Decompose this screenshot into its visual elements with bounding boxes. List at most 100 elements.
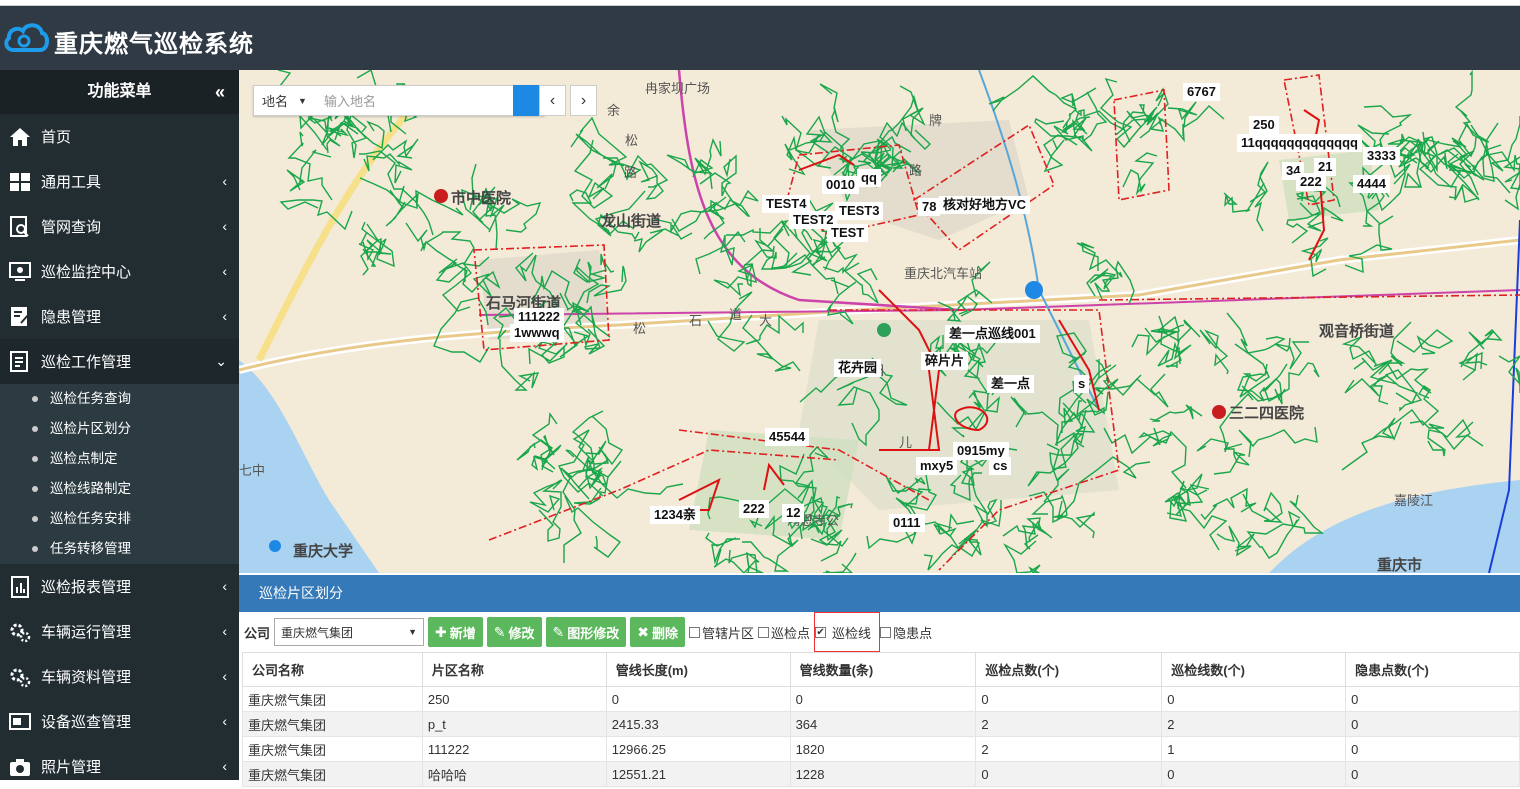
map-zone-label[interactable]: 45544: [765, 428, 810, 446]
map-zone-label[interactable]: 250: [1249, 116, 1279, 134]
map-zone-label[interactable]: 3333: [1363, 147, 1400, 165]
map-zone-label[interactable]: 4444: [1353, 175, 1390, 193]
map-zone-label[interactable]: 78: [918, 198, 941, 216]
sidebar-item-grid[interactable]: 通用工具 ‹: [0, 159, 239, 204]
edit-doc-icon: [7, 304, 33, 330]
table-row[interactable]: 重庆燃气集团 250 0 0 0 0 0: [242, 686, 1520, 712]
chevron-icon: ‹: [222, 713, 227, 729]
sidebar-item-device[interactable]: 设备巡查管理 ‹: [0, 699, 239, 744]
map-zone-label[interactable]: s: [1074, 375, 1090, 393]
map-zone-label[interactable]: 1wwwq: [510, 324, 564, 342]
column-header[interactable]: 巡检线数(个): [1161, 652, 1347, 687]
map-zone-label[interactable]: 核对好地方VC: [939, 196, 1031, 214]
checkbox-box[interactable]: [880, 626, 892, 638]
submenu-item[interactable]: 巡检线路制定: [0, 474, 239, 504]
column-header[interactable]: 隐患点数(个): [1345, 652, 1520, 687]
pipe-line: [699, 154, 737, 197]
map-place-name: 三二四医院: [1229, 405, 1305, 422]
map-zone-label[interactable]: 0111: [889, 514, 925, 532]
pipe-line: [588, 471, 684, 499]
column-header[interactable]: 片区名称: [421, 652, 607, 687]
sidebar-item-list-doc[interactable]: 巡检工作管理 ⌄: [0, 339, 239, 384]
submenu-item[interactable]: 巡检点制定: [0, 444, 239, 474]
map-back-button[interactable]: ‹: [539, 85, 566, 116]
map-zone-label[interactable]: qq: [857, 169, 881, 187]
sidebar-item-home[interactable]: 首页: [0, 114, 239, 159]
pipe-line: [1043, 134, 1078, 173]
map-place-name: 龙山街道: [601, 213, 662, 230]
map-zone-label[interactable]: 11qqqqqqqqqqqqq: [1237, 134, 1362, 152]
sidebar-item-gears[interactable]: 车辆资料管理 ‹: [0, 654, 239, 699]
table-cell: 1228: [789, 761, 977, 787]
map-zone-label[interactable]: 差一点: [987, 375, 1035, 393]
pipe-line: [529, 479, 563, 513]
table-cell: 哈哈哈: [421, 761, 607, 787]
sidebar-item-camera[interactable]: 照片管理 ‹: [0, 744, 239, 789]
map-zone-label[interactable]: 12: [782, 504, 805, 522]
checkbox-box-checked[interactable]: ✔: [815, 626, 827, 638]
add-button[interactable]: ✚ 新增: [428, 617, 483, 647]
pipe-line: [1149, 404, 1203, 422]
table-row[interactable]: 重庆燃气集团 111222 12966.25 1820 2 1 0: [242, 736, 1520, 762]
table-cell: 重庆燃气集团: [242, 736, 423, 762]
checkbox-zone[interactable]: 管辖片区: [689, 623, 754, 642]
company-select[interactable]: 重庆燃气集团 ▼: [274, 618, 425, 646]
map-zone-label[interactable]: 222: [1296, 173, 1326, 191]
edit-shape-button-label: 图形修改: [567, 625, 620, 641]
map-zone-label[interactable]: cs: [989, 457, 1012, 475]
map-zone-label[interactable]: 0010: [822, 176, 859, 194]
submenu-patrol-work: 巡检任务查询 巡检片区划分巡检点制定巡检线路制定 巡检任务安排 任务转移管理: [0, 384, 239, 564]
search-icon: [255, 87, 269, 101]
table-cell: 1: [1161, 736, 1347, 762]
column-header[interactable]: 公司名称: [242, 652, 423, 687]
map-zone-label[interactable]: TEST3: [835, 202, 884, 220]
sidebar-item-monitor[interactable]: 巡检监控中心 ‹: [0, 249, 239, 294]
table-cell: 0: [1161, 761, 1347, 787]
edit-shape-button[interactable]: ✎ 图形修改: [545, 617, 627, 647]
sidebar-item-gears[interactable]: 车辆运行管理 ‹: [0, 609, 239, 654]
map-zone-label[interactable]: 碎片片: [921, 352, 969, 370]
checkbox-box[interactable]: [689, 626, 701, 638]
place-search-input[interactable]: 输入地名: [320, 91, 513, 110]
map-zone-label[interactable]: 6767: [1183, 83, 1220, 101]
map-zone-label[interactable]: TEST: [827, 224, 869, 242]
map-zone-label[interactable]: 222: [739, 500, 769, 518]
delete-button-label: 删除: [652, 625, 679, 641]
checkbox-patrol-line[interactable]: ✔ 巡检线: [814, 612, 881, 652]
map-place-name: 道: [729, 307, 743, 322]
sidebar-item-report[interactable]: 巡检报表管理 ‹: [0, 564, 239, 609]
column-header[interactable]: 巡检点数(个): [975, 652, 1163, 687]
map-zone-label[interactable]: 花卉园: [834, 359, 882, 377]
table-cell: 0: [1161, 686, 1347, 712]
submenu-item[interactable]: 巡检片区划分: [0, 414, 239, 444]
submenu-item[interactable]: 巡检任务安排: [0, 504, 239, 534]
collapse-icon[interactable]: «: [215, 70, 225, 114]
checkbox-label: 巡检点: [771, 625, 811, 641]
column-header[interactable]: 管线长度(m): [605, 652, 791, 687]
column-header[interactable]: 管线数量(条): [789, 652, 977, 687]
edit-button[interactable]: ✎ 修改: [486, 617, 542, 647]
checkbox-hazard-point[interactable]: 隐患点: [880, 623, 932, 642]
submenu-item-label: 巡检点制定: [50, 451, 118, 466]
gears-icon: [7, 664, 33, 690]
map-view[interactable]: 冉家坝广场市中医院龙山街道石马河街道松石大道花卉园观音桥街道三二四医院重庆大学七…: [239, 70, 1520, 573]
map-forward-button[interactable]: ›: [570, 85, 597, 116]
table-row[interactable]: 重庆燃气集团 哈哈哈 12551.21 1228 0 0 0: [242, 761, 1520, 787]
sidebar-item-edit-doc[interactable]: 隐患管理 ‹: [0, 294, 239, 339]
pipe-line: [1341, 417, 1402, 471]
checkbox-box[interactable]: [758, 626, 770, 638]
map-zone-label[interactable]: 差一点巡线001: [945, 325, 1040, 343]
sidebar-item-label: 车辆资料管理: [41, 669, 132, 686]
submenu-item[interactable]: 任务转移管理: [0, 534, 239, 564]
submenu-item[interactable]: 巡检任务查询: [0, 384, 239, 414]
checkbox-patrol-point[interactable]: 巡检点: [758, 623, 810, 642]
bullet-icon: [32, 516, 38, 522]
pipe-line: [1213, 443, 1250, 475]
map-zone-label[interactable]: 1234亲: [650, 506, 700, 524]
table-row[interactable]: 重庆燃气集团 p_t 2415.33 364 2 2 0: [242, 711, 1520, 737]
gears-icon: [7, 619, 33, 645]
sidebar-item-search-doc[interactable]: 管网查询 ‹: [0, 204, 239, 249]
delete-button[interactable]: ✖ 删除: [630, 617, 686, 647]
map-zone-label[interactable]: mxy5: [916, 457, 958, 475]
sidebar-item-label: 巡检报表管理: [41, 579, 132, 596]
